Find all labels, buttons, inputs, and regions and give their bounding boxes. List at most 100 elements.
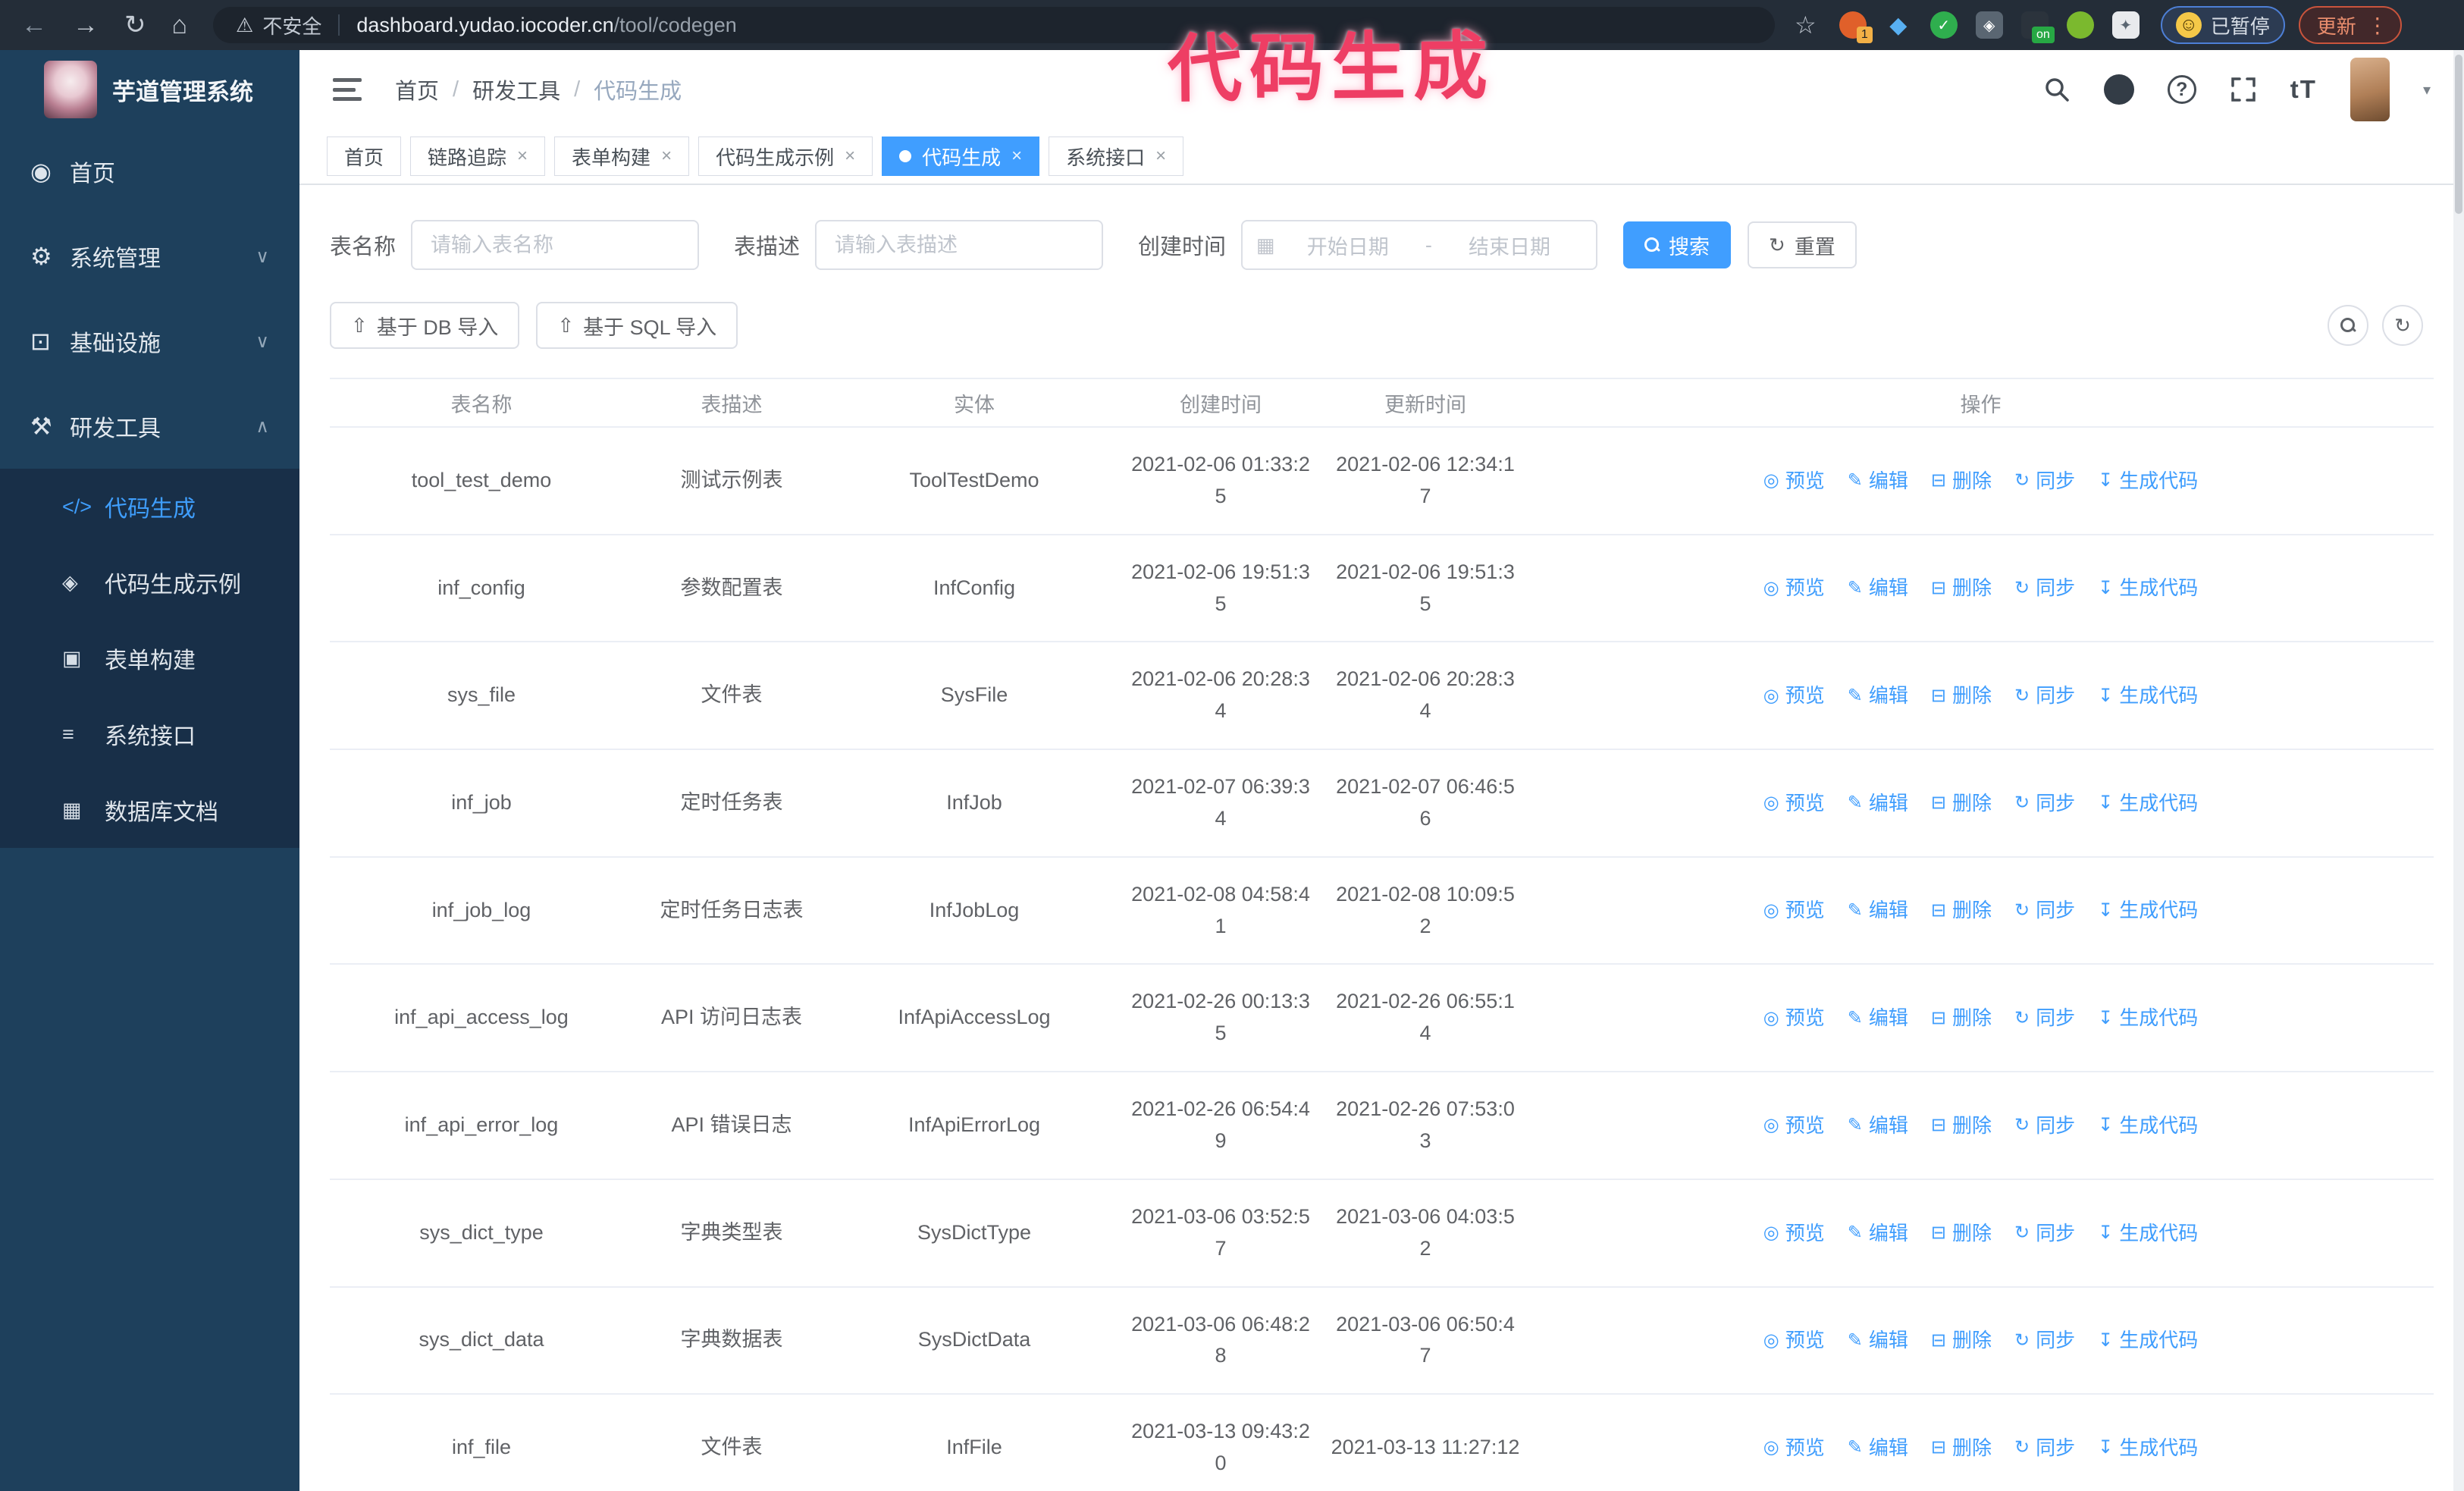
forward-icon[interactable]: →: [73, 11, 99, 40]
hamburger-icon[interactable]: [333, 78, 362, 101]
close-icon[interactable]: ×: [661, 146, 672, 167]
sync-link[interactable]: ↻ 同步: [2014, 680, 2075, 711]
help-icon[interactable]: ?: [2167, 75, 2196, 104]
url-host[interactable]: dashboard.yudao.iocoder.cn: [356, 14, 613, 37]
tag-view-tab[interactable]: 表单构建 ×: [554, 137, 690, 176]
edit-link[interactable]: ✎ 编辑: [1848, 466, 1908, 496]
edit-link[interactable]: ✎ 编辑: [1848, 573, 1908, 603]
tag-view-tab[interactable]: 系统接口 ×: [1049, 137, 1184, 176]
github-icon[interactable]: [2103, 74, 2134, 105]
sidebar-menu-item[interactable]: ⚙ 系统管理 ∨: [0, 214, 299, 299]
delete-link[interactable]: ⊟ 删除: [1931, 788, 1992, 818]
sidebar-submenu-item[interactable]: ▣ 表单构建: [0, 620, 299, 696]
scrollbar-thumb[interactable]: [2455, 55, 2462, 214]
delete-link[interactable]: ⊟ 删除: [1931, 1003, 1992, 1033]
search-icon[interactable]: [2043, 76, 2071, 103]
edit-link[interactable]: ✎ 编辑: [1848, 680, 1908, 711]
preview-link[interactable]: ◎ 预览: [1763, 573, 1825, 603]
extension-gem-icon[interactable]: ◆: [1885, 11, 1912, 39]
sync-link[interactable]: ↻ 同步: [2014, 1433, 2075, 1463]
preview-link[interactable]: ◎ 预览: [1763, 895, 1825, 925]
sync-link[interactable]: ↻ 同步: [2014, 1110, 2075, 1141]
table-name-input[interactable]: [411, 220, 700, 270]
avatar[interactable]: [2350, 58, 2390, 121]
sidebar-menu-item[interactable]: ⊡ 基础设施 ∨: [0, 299, 299, 384]
extension-puzzle-icon[interactable]: ✦: [2111, 11, 2140, 39]
delete-link[interactable]: ⊟ 删除: [1931, 1110, 1992, 1141]
profile-paused-badge[interactable]: ☺ 已暂停: [2160, 6, 2285, 44]
sync-link[interactable]: ↻ 同步: [2014, 466, 2075, 496]
preview-link[interactable]: ◎ 预览: [1763, 1218, 1825, 1248]
page-scrollbar[interactable]: [2453, 50, 2464, 1491]
delete-link[interactable]: ⊟ 删除: [1931, 680, 1992, 711]
extension-icon[interactable]: 1: [1839, 11, 1873, 43]
close-icon[interactable]: ×: [845, 146, 855, 167]
edit-link[interactable]: ✎ 编辑: [1848, 1218, 1908, 1248]
preview-link[interactable]: ◎ 预览: [1763, 466, 1825, 496]
extension-grid-icon[interactable]: ◈: [1975, 11, 2003, 39]
generate-code-link[interactable]: ↧ 生成代码: [2098, 788, 2198, 818]
preview-link[interactable]: ◎ 预览: [1763, 1325, 1825, 1355]
breadcrumb-devtools[interactable]: 研发工具: [472, 74, 560, 105]
generate-code-link[interactable]: ↧ 生成代码: [2098, 680, 2198, 711]
delete-link[interactable]: ⊟ 删除: [1931, 895, 1992, 925]
sidebar-submenu-item[interactable]: </> 代码生成: [0, 469, 299, 545]
import-sql-button[interactable]: ⇧ 基于 SQL 导入: [536, 302, 738, 349]
tag-view-tab[interactable]: 代码生成示例 ×: [698, 137, 873, 176]
back-icon[interactable]: ←: [21, 11, 47, 40]
address-bar[interactable]: ⚠ 不安全 dashboard.yudao.iocoder.cn /tool/c…: [213, 7, 1776, 43]
generate-code-link[interactable]: ↧ 生成代码: [2098, 1325, 2198, 1355]
delete-link[interactable]: ⊟ 删除: [1931, 1433, 1992, 1463]
extension-green-icon[interactable]: [2066, 11, 2094, 39]
font-size-icon[interactable]: tT: [2290, 75, 2317, 104]
app-logo[interactable]: 芋道管理系统: [0, 50, 299, 129]
toggle-search-button[interactable]: [2328, 305, 2368, 346]
preview-link[interactable]: ◎ 预览: [1763, 788, 1825, 818]
import-db-button[interactable]: ⇧ 基于 DB 导入: [330, 302, 520, 349]
sync-link[interactable]: ↻ 同步: [2014, 788, 2075, 818]
kebab-menu-icon[interactable]: ⋮: [2367, 13, 2388, 38]
close-icon[interactable]: ×: [517, 146, 528, 167]
edit-link[interactable]: ✎ 编辑: [1848, 895, 1908, 925]
start-date-field[interactable]: 开始日期: [1275, 231, 1421, 260]
tag-view-tab[interactable]: 链路追踪 ×: [410, 137, 546, 176]
extension-dark-icon[interactable]: on: [2020, 11, 2055, 43]
extension-check-icon[interactable]: ✓: [1930, 11, 1958, 39]
generate-code-link[interactable]: ↧ 生成代码: [2098, 1003, 2198, 1033]
sidebar-submenu-item[interactable]: ▦ 数据库文档: [0, 772, 299, 848]
generate-code-link[interactable]: ↧ 生成代码: [2098, 1110, 2198, 1141]
delete-link[interactable]: ⊟ 删除: [1931, 573, 1992, 603]
delete-link[interactable]: ⊟ 删除: [1931, 1218, 1992, 1248]
edit-link[interactable]: ✎ 编辑: [1848, 1003, 1908, 1033]
sidebar-submenu-item[interactable]: ≡ 系统接口: [0, 696, 299, 772]
bookmark-star-icon[interactable]: ☆: [1795, 11, 1817, 39]
generate-code-link[interactable]: ↧ 生成代码: [2098, 573, 2198, 603]
close-icon[interactable]: ×: [1155, 146, 1166, 167]
edit-link[interactable]: ✎ 编辑: [1848, 1325, 1908, 1355]
generate-code-link[interactable]: ↧ 生成代码: [2098, 466, 2198, 496]
sync-link[interactable]: ↻ 同步: [2014, 1325, 2075, 1355]
preview-link[interactable]: ◎ 预览: [1763, 1110, 1825, 1141]
sidebar-menu-item[interactable]: ◉ 首页: [0, 129, 299, 214]
breadcrumb-home[interactable]: 首页: [395, 74, 439, 105]
end-date-field[interactable]: 结束日期: [1437, 231, 1582, 260]
generate-code-link[interactable]: ↧ 生成代码: [2098, 895, 2198, 925]
close-icon[interactable]: ×: [1011, 146, 1022, 167]
preview-link[interactable]: ◎ 预览: [1763, 680, 1825, 711]
date-range-picker[interactable]: ▦ 开始日期 - 结束日期: [1241, 220, 1598, 270]
sidebar-submenu-item[interactable]: ◈ 代码生成示例: [0, 545, 299, 620]
sidebar-menu-item[interactable]: ⚒ 研发工具 ∧: [0, 384, 299, 469]
home-icon[interactable]: ⌂: [172, 11, 188, 40]
edit-link[interactable]: ✎ 编辑: [1848, 1433, 1908, 1463]
reset-button[interactable]: ↻ 重置: [1748, 221, 1857, 268]
url-path[interactable]: /tool/codegen: [614, 14, 737, 37]
refresh-table-button[interactable]: ↻: [2382, 305, 2423, 346]
sync-link[interactable]: ↻ 同步: [2014, 1218, 2075, 1248]
search-button[interactable]: 搜索: [1623, 221, 1732, 268]
delete-link[interactable]: ⊟ 删除: [1931, 466, 1992, 496]
preview-link[interactable]: ◎ 预览: [1763, 1433, 1825, 1463]
preview-link[interactable]: ◎ 预览: [1763, 1003, 1825, 1033]
update-button[interactable]: 更新 ⋮: [2298, 6, 2402, 44]
table-desc-input[interactable]: [815, 220, 1104, 270]
sync-link[interactable]: ↻ 同步: [2014, 895, 2075, 925]
